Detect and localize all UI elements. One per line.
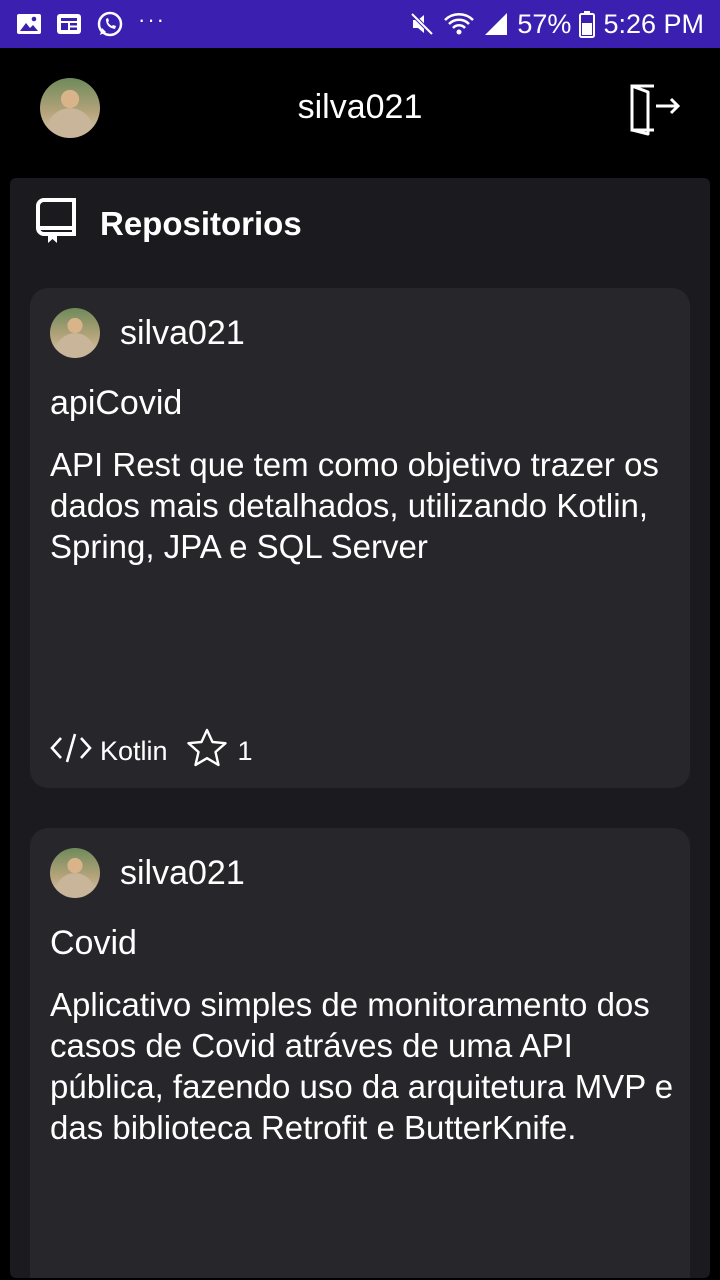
star-icon: [186, 728, 228, 775]
repo-description: Aplicativo simples de monitoramento dos …: [50, 986, 674, 1146]
repo-owner: silva021: [50, 848, 245, 898]
avatar: [50, 848, 100, 898]
repo-meta: Kotlin 1: [50, 728, 253, 775]
repo-description: API Rest que tem como objetivo trazer os…: [50, 446, 659, 565]
repo-name: apiCovid: [50, 384, 183, 422]
section-title: Repositorios: [100, 204, 302, 242]
repo-card[interactable]: silva021 apiCovid API Rest que tem como …: [30, 288, 690, 788]
owner-name: silva021: [120, 853, 245, 892]
battery-icon: [579, 10, 596, 38]
notification-icons: ···: [16, 7, 166, 38]
battery-percent: 57%: [517, 8, 572, 39]
repository-icon: [36, 198, 76, 249]
avatar: [50, 308, 100, 358]
section-header: Repositorios: [36, 198, 302, 249]
repo-language: Kotlin: [100, 736, 168, 766]
code-icon: [50, 731, 92, 772]
signal-icon: [483, 11, 509, 37]
clock: 5:26 PM: [603, 8, 704, 39]
repositories-panel: Repositorios silva021 apiCovid API Rest …: [10, 178, 710, 1278]
news-icon: [56, 12, 82, 36]
repo-card[interactable]: silva021 Covid Aplicativo simples de mon…: [30, 828, 690, 1278]
mute-icon: [409, 11, 435, 37]
repo-owner: silva021: [50, 308, 245, 358]
image-icon: [16, 12, 42, 36]
app-bar: silva021: [0, 48, 720, 174]
more-icon: ···: [138, 7, 166, 32]
repo-name: Covid: [50, 924, 137, 962]
status-bar: ··· 57% 5:26 PM: [0, 0, 720, 48]
whatsapp-icon: [96, 10, 124, 38]
logout-icon[interactable]: [626, 80, 682, 141]
page-title: silva021: [297, 88, 423, 126]
wifi-icon: [443, 11, 475, 37]
owner-name: silva021: [120, 313, 245, 352]
star-count: 1: [237, 736, 253, 766]
